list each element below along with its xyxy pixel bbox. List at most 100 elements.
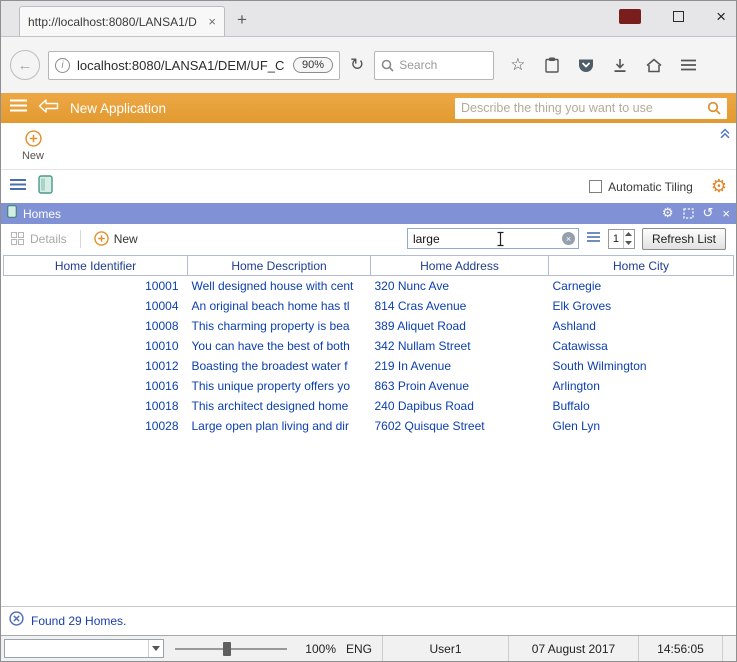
status-zoom-value: 100% <box>298 642 336 656</box>
filter-input-box[interactable]: × <box>407 228 579 249</box>
maximize-button[interactable] <box>673 11 684 22</box>
panel-history-icon[interactable]: ↺ <box>703 207 714 220</box>
circle-plus-icon <box>25 130 42 147</box>
cell-home-address: 320 Nunc Ave <box>371 276 549 296</box>
toolbar-separator <box>80 230 81 248</box>
list-view-icon[interactable] <box>10 178 26 196</box>
clear-filter-icon[interactable]: × <box>562 232 575 245</box>
nav-icon-group: ☆ <box>510 57 695 74</box>
automatic-tiling-checkbox[interactable] <box>589 180 602 193</box>
home-icon[interactable] <box>646 58 662 73</box>
pocket-icon[interactable] <box>578 58 594 73</box>
app-search-input[interactable] <box>461 101 703 115</box>
zoom-slider-cell <box>164 641 298 657</box>
panel-message-row: Found 29 Homes. <box>1 606 736 635</box>
cell-home-address: 863 Proin Avenue <box>371 376 549 396</box>
address-bar[interactable]: i localhost:8080/LANSA1/DEM/UF_C 90% <box>48 51 340 80</box>
menu-hamburger-icon[interactable] <box>681 59 696 71</box>
circle-plus-icon <box>94 231 109 246</box>
found-homes-message: Found 29 Homes. <box>31 614 126 628</box>
browser-search-bar[interactable] <box>374 51 494 80</box>
details-button[interactable]: Details <box>11 232 67 246</box>
slider-track[interactable] <box>175 648 287 650</box>
cell-home-description: This architect designed home <box>188 396 371 416</box>
page-number-value: 1 <box>609 230 623 248</box>
panel-new-button[interactable]: New <box>94 231 138 246</box>
browser-nav-bar: ← i localhost:8080/LANSA1/DEM/UF_C 90% ↻… <box>1 37 736 93</box>
bookmark-star-icon[interactable]: ☆ <box>510 57 525 74</box>
status-date: 07 August 2017 <box>508 636 638 661</box>
panel-view-icon[interactable] <box>38 175 53 199</box>
app-search-box[interactable] <box>455 98 727 119</box>
bookmarks-menu-icon[interactable] <box>545 57 559 73</box>
cell-home-city: Arlington <box>549 376 734 396</box>
minimize-button[interactable] <box>619 9 641 24</box>
slider-handle[interactable] <box>223 642 231 656</box>
spinner-up-icon[interactable] <box>624 230 634 239</box>
zoom-slider[interactable] <box>175 641 287 657</box>
cell-home-city: South Wilmington <box>549 356 734 376</box>
new-tab-button[interactable]: + <box>237 10 247 30</box>
dropdown-arrow-icon[interactable] <box>148 640 163 657</box>
close-window-button[interactable]: × <box>716 8 726 25</box>
status-dropdown[interactable] <box>4 639 164 658</box>
tab-close-icon[interactable]: × <box>208 14 216 29</box>
table-row[interactable]: 10010You can have the best of both342 Nu… <box>4 336 734 356</box>
app-back-icon[interactable] <box>38 99 59 118</box>
cell-home-description: An original beach home has tl <box>188 296 371 316</box>
table-row[interactable]: 10018This architect designed home240 Dap… <box>4 396 734 416</box>
table-row[interactable]: 10016This unique property offers yo863 P… <box>4 376 734 396</box>
collapse-ribbon-icon[interactable] <box>719 126 731 144</box>
settings-gear-icon[interactable]: ⚙ <box>711 178 727 196</box>
window-controls: × <box>619 8 726 25</box>
cell-home-city: Glen Lyn <box>549 416 734 436</box>
spinner-arrows <box>623 230 634 248</box>
status-bar-tail <box>722 636 736 661</box>
app-header: New Application <box>1 93 736 123</box>
table-row[interactable]: 10028Large open plan living and dir7602 … <box>4 416 734 436</box>
homes-panel-titlebar: Homes ⚙ ↺ × <box>1 203 736 224</box>
panel-close-icon[interactable]: × <box>722 206 730 221</box>
site-info-icon[interactable]: i <box>55 58 70 73</box>
filter-input[interactable] <box>413 232 562 246</box>
homes-table-head-row: Home IdentifierHome DescriptionHome Addr… <box>4 256 734 276</box>
details-label: Details <box>30 232 67 246</box>
page-number-spinner[interactable]: 1 <box>608 229 635 249</box>
table-row[interactable]: 10008This charming property is bea389 Al… <box>4 316 734 336</box>
column-header[interactable]: Home Description <box>188 256 371 276</box>
panel-title-text: Homes <box>23 207 656 221</box>
page-zoom-badge[interactable]: 90% <box>293 57 333 73</box>
panel-settings-icon[interactable]: ⚙ <box>662 207 674 220</box>
refresh-list-button[interactable]: Refresh List <box>642 228 726 250</box>
table-row[interactable]: 10012Boasting the broadest water f219 In… <box>4 356 734 376</box>
ribbon-bar: New <box>1 123 736 170</box>
reload-icon[interactable]: ↻ <box>350 57 364 74</box>
cell-home-address: 7602 Quisque Street <box>371 416 549 436</box>
column-header[interactable]: Home Address <box>371 256 549 276</box>
dismiss-message-icon[interactable] <box>9 611 24 631</box>
back-button[interactable]: ← <box>10 50 40 80</box>
cell-home-description: Boasting the broadest water f <box>188 356 371 376</box>
app-menu-icon[interactable] <box>10 99 27 117</box>
panel-empty-area <box>1 436 736 607</box>
browser-window: http://localhost:8080/LANSA1/D × + × ← i… <box>0 0 737 662</box>
table-row[interactable]: 10001Well designed house with cent320 Nu… <box>4 276 734 296</box>
cell-home-city: Catawissa <box>549 336 734 356</box>
panel-expand-icon[interactable] <box>683 208 694 219</box>
cell-home-description: Well designed house with cent <box>188 276 371 296</box>
url-text[interactable]: localhost:8080/LANSA1/DEM/UF_C <box>77 58 286 73</box>
browser-tab[interactable]: http://localhost:8080/LANSA1/D × <box>19 6 225 36</box>
cell-home-identifier: 10010 <box>4 336 188 356</box>
tab-bar: http://localhost:8080/LANSA1/D × + × <box>1 1 736 37</box>
download-icon[interactable] <box>613 58 627 73</box>
cell-home-identifier: 10001 <box>4 276 188 296</box>
table-row[interactable]: 10004An original beach home has tl814 Cr… <box>4 296 734 316</box>
cell-home-address: 814 Cras Avenue <box>371 296 549 316</box>
column-header[interactable]: Home Identifier <box>4 256 188 276</box>
column-header[interactable]: Home City <box>549 256 734 276</box>
spinner-down-icon[interactable] <box>624 239 634 248</box>
browser-search-input[interactable] <box>399 58 479 72</box>
ribbon-new-button[interactable]: New <box>14 130 52 162</box>
list-options-icon[interactable] <box>586 230 601 248</box>
ribbon-new-label: New <box>22 150 44 162</box>
